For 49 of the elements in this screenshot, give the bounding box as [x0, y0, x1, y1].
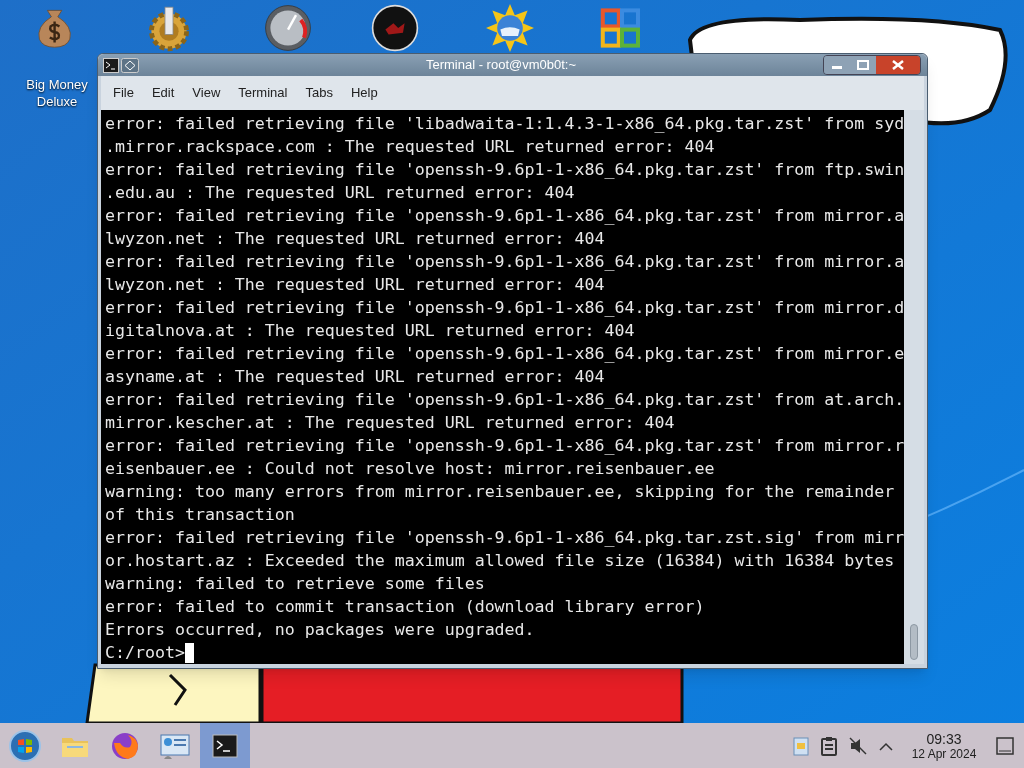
menu-item[interactable]: View [184, 83, 229, 103]
terminal-line: error: failed retrieving file 'openssh-9.6p1-1-x86_64.pkg.tar.zst' from ftp.swin [105, 159, 904, 181]
gauge-icon[interactable] [264, 4, 312, 52]
taskbar-terminal-button[interactable] [200, 723, 250, 768]
scrollbar[interactable] [904, 110, 924, 664]
terminal-line: error: failed retrieving file 'libadwaita-1:1.4.3-1-x86_64.pkg.tar.zst' from syd [105, 113, 904, 135]
menu-item[interactable]: Terminal [230, 83, 296, 103]
menu-item[interactable]: Help [342, 83, 386, 103]
text-cursor [184, 642, 194, 663]
terminal-line: eisenbauer.ee : Could not resolve host: mirror.reisenbauer.ee [105, 458, 716, 480]
menu-item[interactable]: Tabs [297, 83, 341, 103]
globe-icon[interactable] [486, 4, 534, 52]
terminal-line: error: failed retrieving file 'openssh-9.6p1-1-x86_64.pkg.tar.zst' from at.arch. [105, 389, 904, 411]
windows-logo-icon [8, 728, 42, 763]
terminal-line: warning: failed to retrieve some files [105, 573, 486, 595]
terminal-line: error: failed retrieving file 'openssh-9.6p1-1-x86_64.pkg.tar.zst' from mirror.a [105, 205, 904, 227]
minimize-button[interactable] [824, 56, 850, 74]
clock-time[interactable]: 09:33 [926, 730, 962, 747]
terminal-icon[interactable] [103, 57, 119, 73]
terminal-line: Errors occurred, no packages were upgraded. [105, 619, 536, 641]
close-button[interactable] [876, 56, 920, 74]
menu-item[interactable]: File [105, 83, 142, 103]
window-title: Terminal - root@vm0b0t:~ [424, 56, 578, 75]
dark-disc-icon[interactable] [371, 4, 419, 52]
terminal-line: mirror.kescher.at : The requested URL returned error: 404 [105, 412, 676, 434]
terminal-line: of this transaction [105, 504, 296, 526]
terminal-line: error: failed to commit transaction (download library error) [105, 596, 706, 618]
menu-item[interactable]: Edit [143, 83, 183, 103]
terminal-line: error: failed retrieving file 'openssh-9.6p1-1-x86_64.pkg.tar.zst' from mirror.r [105, 435, 904, 457]
terminal-line: error: failed retrieving file 'openssh-9.6p1-1-x86_64.pkg.tar.zst' from mirror.e [105, 343, 904, 365]
terminal-line: igitalnova.at : The requested URL returned error: 404 [105, 320, 636, 342]
terminal-line: asyname.at : The requested URL returned error: 404 [105, 366, 606, 388]
scrollbar-thumb[interactable] [910, 624, 918, 660]
show-desktop-icon[interactable] [994, 734, 1016, 757]
terminal-line: error: failed retrieving file 'openssh-9.6p1-1-x86_64.pkg.tar.zst.sig' from mirr [105, 527, 904, 549]
terminal-prompt: C:/root> [105, 642, 185, 664]
terminal-line: or.hostart.az : Exceeded the maximum allowed file size (16384) with 16384 bytes [105, 550, 896, 572]
terminal-line: .edu.au : The requested URL returned error: 404 [105, 182, 576, 204]
terminal-line: lwyzon.net : The requested URL returned error: 404 [105, 228, 606, 250]
volume-muted-icon[interactable] [848, 734, 868, 757]
terminal-line: lwyzon.net : The requested URL returned error: 404 [105, 274, 606, 296]
clipboard-icon[interactable] [820, 734, 838, 757]
terminal-line: warning: too many errors from mirror.reisenbauer.ee, skipping for the remainder [105, 481, 896, 503]
terminal-line: error: failed retrieving file 'openssh-9.6p1-1-x86_64.pkg.tar.zst' from mirror.a [105, 251, 904, 273]
clock-date[interactable]: 12 Apr 2024 [911, 746, 977, 761]
maximize-button[interactable] [850, 56, 876, 74]
terminal-line: .mirror.rackspace.com : The requested URL returned error: 404 [105, 136, 716, 158]
terminal-line: error: failed retrieving file 'openssh-9.6p1-1-x86_64.pkg.tar.zst' from mirror.d [105, 297, 904, 319]
desktop-icon-label[interactable]: Big Money Deluxe [17, 76, 97, 110]
